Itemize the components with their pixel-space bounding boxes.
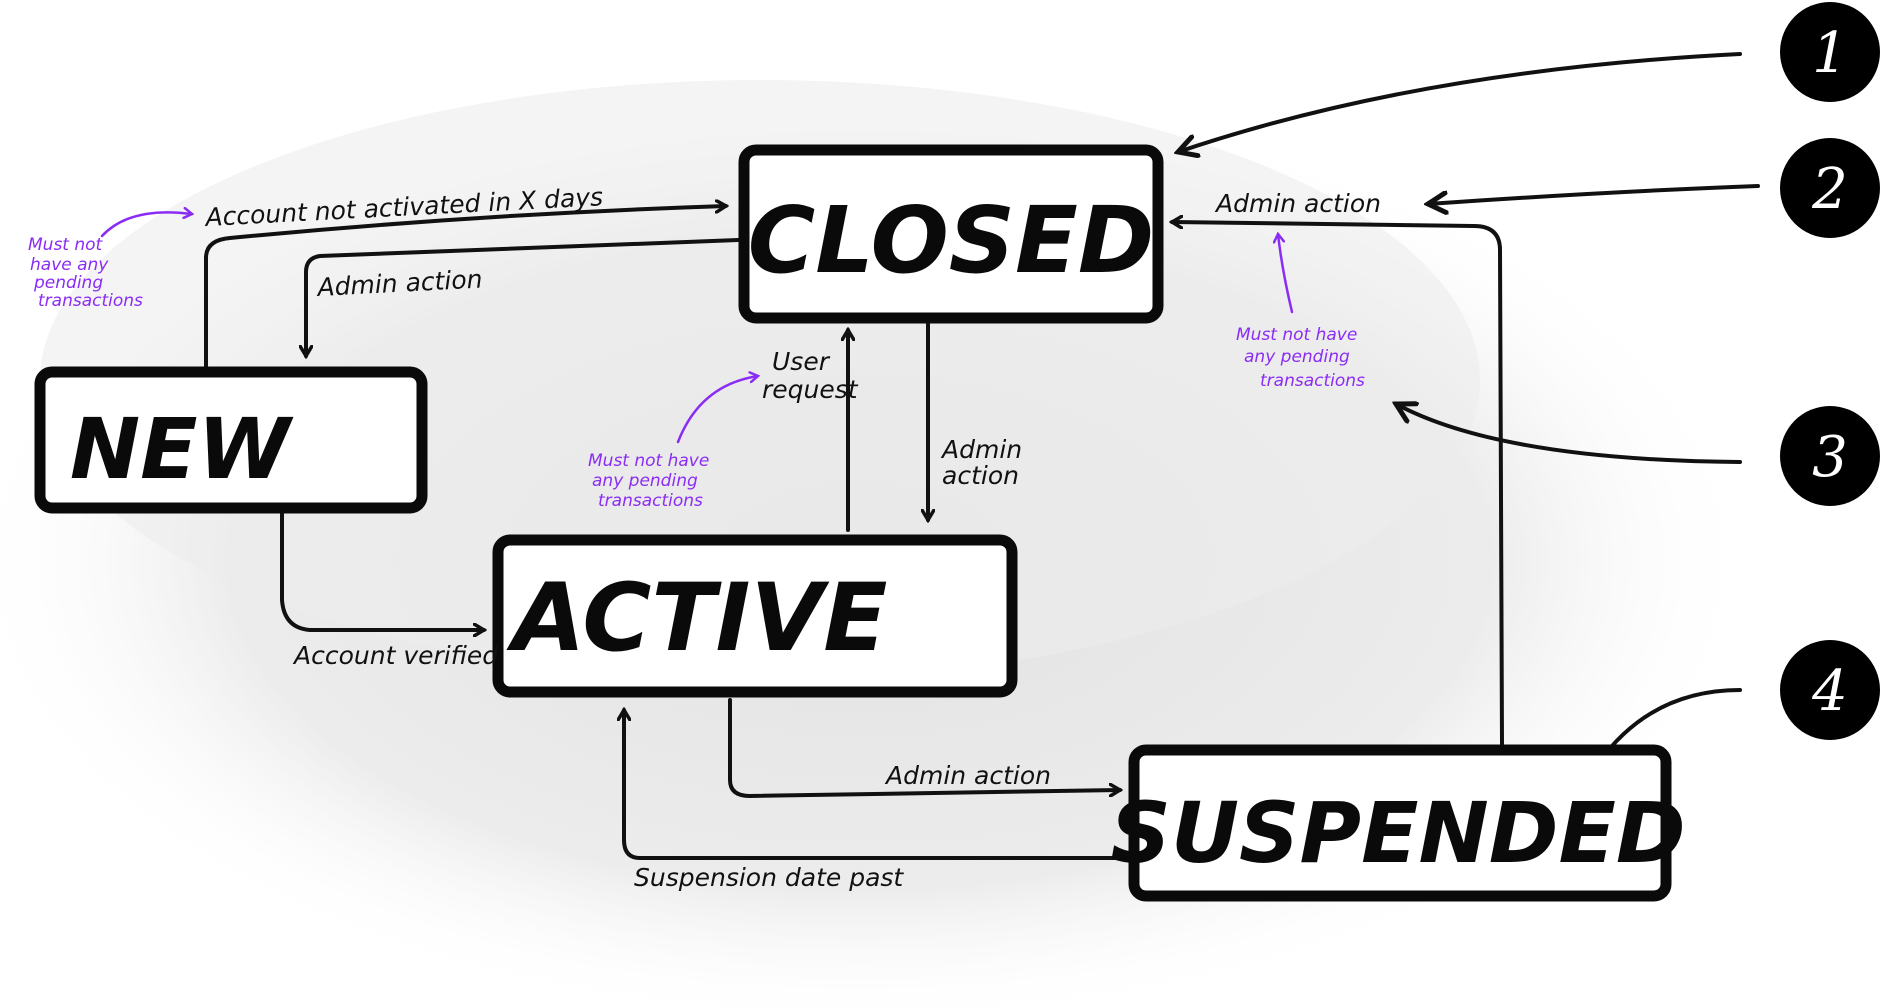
- label-line: request: [762, 375, 859, 404]
- note-line: Must not have: [1236, 325, 1357, 345]
- state-suspended-label: SUSPENDED: [1110, 784, 1685, 882]
- label-line: Admin: [940, 435, 1022, 464]
- note-line: pending: [33, 273, 103, 293]
- state-closed: CLOSED: [738, 144, 1164, 324]
- note-line: Must not have: [588, 451, 709, 471]
- note-line: any pending: [1244, 347, 1350, 367]
- label-line: action: [942, 461, 1019, 490]
- state-suspended: SUSPENDED: [1110, 744, 1686, 902]
- note-line: any pending: [592, 471, 698, 491]
- callout-3: 3: [1780, 406, 1880, 506]
- state-diagram: CLOSED NEW ACTIVE SUSPENDED Account not …: [0, 2, 1880, 1008]
- state-closed-label: CLOSED: [748, 187, 1155, 294]
- state-new-label: NEW: [70, 400, 295, 498]
- callout-number: 3: [1812, 425, 1848, 490]
- label-closed-to-active: Admin action: [940, 435, 1030, 490]
- state-active-label: ACTIVE: [506, 564, 888, 673]
- note-line: Must not: [28, 235, 104, 255]
- label-suspended-to-closed: Admin action: [1214, 189, 1381, 218]
- state-active: ACTIVE: [492, 534, 1018, 698]
- label-new-to-active: Account verified: [292, 641, 498, 670]
- callout-number: 1: [1812, 21, 1848, 86]
- callout-2: 2: [1780, 138, 1880, 238]
- label-suspended-to-active: Suspension date past: [634, 863, 904, 892]
- label-line: User: [772, 347, 831, 376]
- note-line: transactions: [598, 491, 703, 511]
- note-middle: Must not have any pending transactions: [588, 451, 715, 511]
- callout-number: 4: [1811, 659, 1848, 724]
- state-new: NEW: [34, 366, 428, 514]
- callout-1: 1: [1780, 2, 1880, 102]
- label-active-to-suspended: Admin action: [884, 761, 1051, 790]
- callout-number: 2: [1811, 157, 1848, 222]
- callout-4: 4: [1780, 640, 1880, 740]
- note-line: transactions: [1260, 371, 1365, 391]
- callout-arrow-2: [1428, 184, 1760, 204]
- note-line: transactions: [38, 291, 143, 311]
- callout-arrow-1: [1178, 52, 1742, 152]
- note-line: have any: [30, 255, 109, 275]
